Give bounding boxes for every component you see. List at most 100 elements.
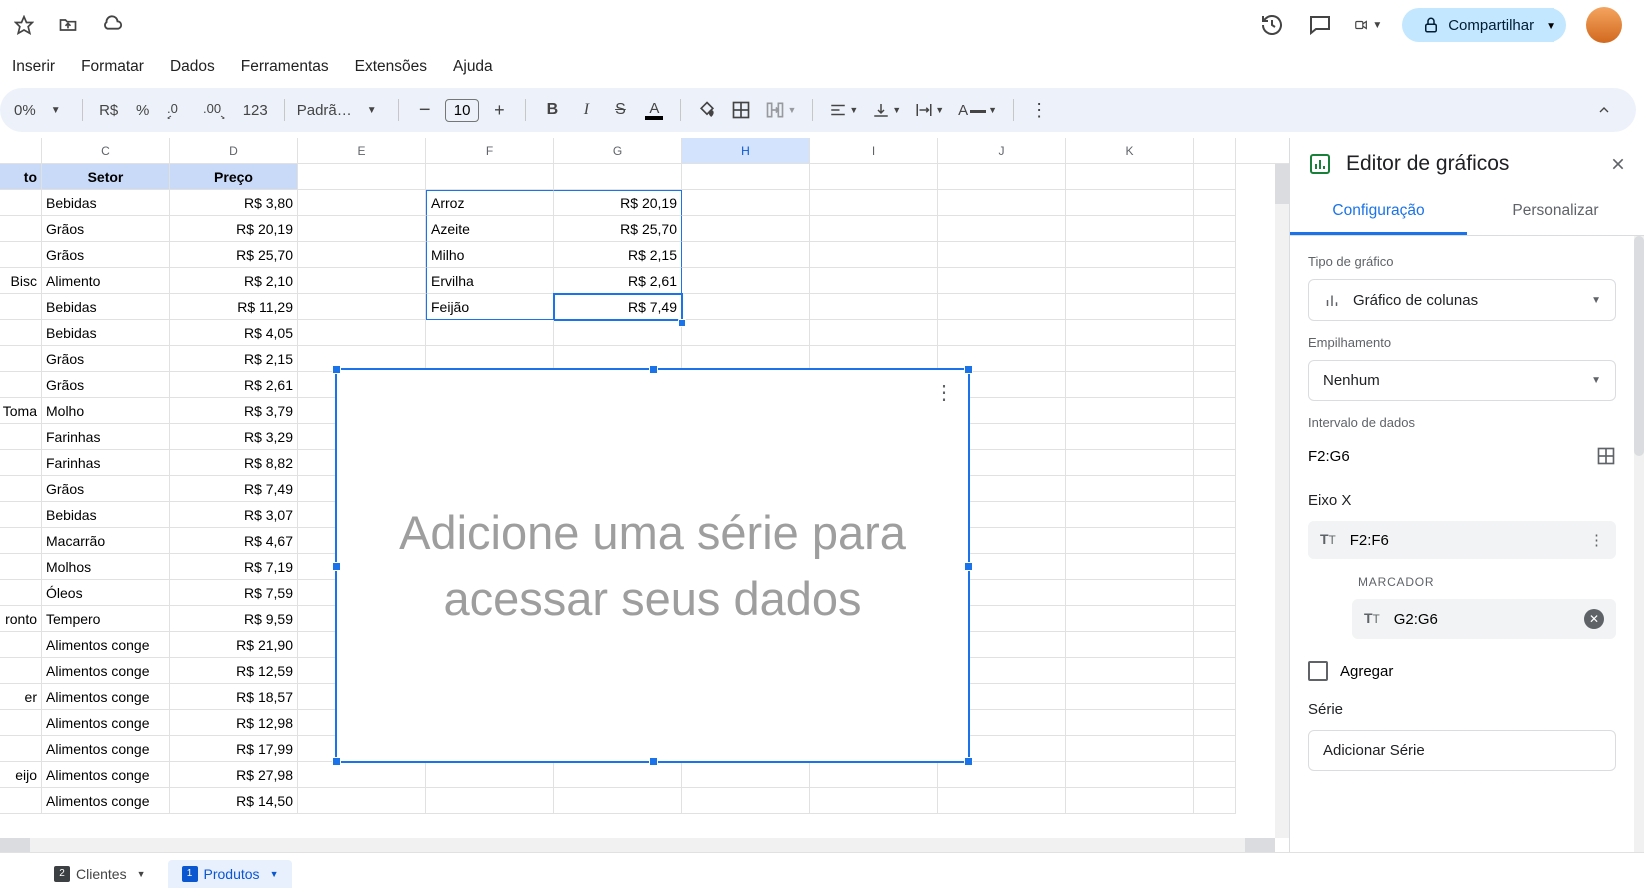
cell[interactable] xyxy=(1066,736,1194,762)
select-range-icon[interactable] xyxy=(1596,446,1616,466)
history-icon[interactable] xyxy=(1258,11,1286,39)
resize-handle-sw[interactable] xyxy=(332,757,341,766)
header-cell[interactable] xyxy=(938,164,1066,190)
cell[interactable] xyxy=(1066,658,1194,684)
header-cell[interactable] xyxy=(426,164,554,190)
cell[interactable] xyxy=(1066,216,1194,242)
comments-icon[interactable] xyxy=(1306,11,1334,39)
cell[interactable]: Bebidas xyxy=(42,294,170,320)
resize-handle-n[interactable] xyxy=(649,365,658,374)
cell[interactable] xyxy=(1194,502,1236,528)
cell[interactable] xyxy=(682,216,810,242)
sheet-tab-produtos[interactable]: 1Produtos▼ xyxy=(168,860,293,888)
selection-handle[interactable] xyxy=(678,319,686,327)
cell[interactable] xyxy=(1066,268,1194,294)
chart-type-select[interactable]: Gráfico de colunas ▼ xyxy=(1308,279,1616,321)
cell[interactable] xyxy=(1066,476,1194,502)
header-cell[interactable]: Preço xyxy=(170,164,298,190)
cell[interactable]: Alimentos conge xyxy=(42,632,170,658)
cell[interactable] xyxy=(1066,788,1194,814)
text-color-button[interactable]: A xyxy=(640,95,668,125)
cell[interactable] xyxy=(298,762,426,788)
cell[interactable] xyxy=(1066,242,1194,268)
cell[interactable] xyxy=(0,372,42,398)
cell[interactable]: R$ 2,15 xyxy=(170,346,298,372)
cell[interactable] xyxy=(0,554,42,580)
cell[interactable]: R$ 17,99 xyxy=(170,736,298,762)
zoom-dropdown[interactable]: ▼ xyxy=(42,95,70,125)
cell[interactable] xyxy=(0,320,42,346)
cell[interactable] xyxy=(810,762,938,788)
cell[interactable]: R$ 14,50 xyxy=(170,788,298,814)
menu-ajuda[interactable]: Ajuda xyxy=(449,56,497,78)
cell[interactable] xyxy=(1194,450,1236,476)
cell[interactable] xyxy=(298,190,426,216)
add-series-button[interactable]: Adicionar Série xyxy=(1308,730,1616,771)
cell[interactable]: R$ 7,49 xyxy=(554,294,682,320)
cell[interactable]: R$ 20,19 xyxy=(170,216,298,242)
column-header[interactable]: G xyxy=(554,138,682,163)
cell[interactable]: Bebidas xyxy=(42,320,170,346)
column-header[interactable]: I xyxy=(810,138,938,163)
cell[interactable] xyxy=(298,268,426,294)
cell[interactable]: R$ 27,98 xyxy=(170,762,298,788)
column-header[interactable]: J xyxy=(938,138,1066,163)
cell[interactable] xyxy=(938,788,1066,814)
cell[interactable]: Bebidas xyxy=(42,502,170,528)
cell[interactable] xyxy=(1194,554,1236,580)
cell[interactable] xyxy=(0,190,42,216)
share-dropdown[interactable]: ▼ xyxy=(1536,8,1566,42)
strikethrough-button[interactable]: S xyxy=(606,95,634,125)
resize-handle-s[interactable] xyxy=(649,757,658,766)
column-header[interactable] xyxy=(0,138,42,163)
cell[interactable] xyxy=(1066,320,1194,346)
cell[interactable]: eijo xyxy=(0,762,42,788)
cell[interactable] xyxy=(1066,372,1194,398)
cell[interactable] xyxy=(1194,684,1236,710)
tab-configuration[interactable]: Configuração xyxy=(1290,190,1467,235)
header-cell[interactable] xyxy=(810,164,938,190)
remove-marker-button[interactable]: ✕ xyxy=(1584,609,1604,629)
resize-handle-e[interactable] xyxy=(964,562,973,571)
cell[interactable] xyxy=(938,294,1066,320)
cell[interactable] xyxy=(682,788,810,814)
cell[interactable]: Farinhas xyxy=(42,450,170,476)
cell[interactable] xyxy=(1066,554,1194,580)
cell[interactable]: R$ 4,05 xyxy=(170,320,298,346)
user-avatar[interactable] xyxy=(1586,7,1622,43)
cell[interactable]: Grãos xyxy=(42,346,170,372)
menu-dados[interactable]: Dados xyxy=(166,56,219,78)
cell[interactable] xyxy=(1066,398,1194,424)
header-cell[interactable] xyxy=(554,164,682,190)
cell[interactable]: R$ 9,59 xyxy=(170,606,298,632)
cell[interactable] xyxy=(938,242,1066,268)
cell[interactable]: R$ 8,82 xyxy=(170,450,298,476)
cell[interactable]: R$ 4,67 xyxy=(170,528,298,554)
header-cell[interactable] xyxy=(1066,164,1194,190)
column-header[interactable]: D xyxy=(170,138,298,163)
cell[interactable]: Ervilha xyxy=(426,268,554,294)
cell[interactable]: Alimentos conge xyxy=(42,736,170,762)
chart-menu-icon[interactable]: ⋮ xyxy=(934,380,954,405)
cell[interactable]: Alimento xyxy=(42,268,170,294)
cell[interactable] xyxy=(1194,710,1236,736)
menu-extensões[interactable]: Extensões xyxy=(351,56,431,78)
cell[interactable]: Alimentos conge xyxy=(42,710,170,736)
chart-placeholder[interactable]: Adicione uma série para acessar seus dad… xyxy=(335,368,970,763)
cell[interactable]: Milho xyxy=(426,242,554,268)
cell[interactable] xyxy=(298,242,426,268)
cell[interactable]: ronto xyxy=(0,606,42,632)
decrease-decimal-button[interactable]: .0 xyxy=(163,95,193,125)
header-cell[interactable]: to xyxy=(0,164,42,190)
header-cell[interactable]: Setor xyxy=(42,164,170,190)
cell[interactable] xyxy=(1194,580,1236,606)
cell[interactable]: Alimentos conge xyxy=(42,684,170,710)
share-button[interactable]: Compartilhar xyxy=(1402,8,1554,42)
cell[interactable]: R$ 3,07 xyxy=(170,502,298,528)
resize-handle-nw[interactable] xyxy=(332,365,341,374)
meet-icon[interactable]: ▼ xyxy=(1354,11,1382,39)
cell[interactable]: R$ 25,70 xyxy=(170,242,298,268)
column-header[interactable] xyxy=(1194,138,1236,163)
cell[interactable] xyxy=(1194,606,1236,632)
cell[interactable] xyxy=(1066,632,1194,658)
